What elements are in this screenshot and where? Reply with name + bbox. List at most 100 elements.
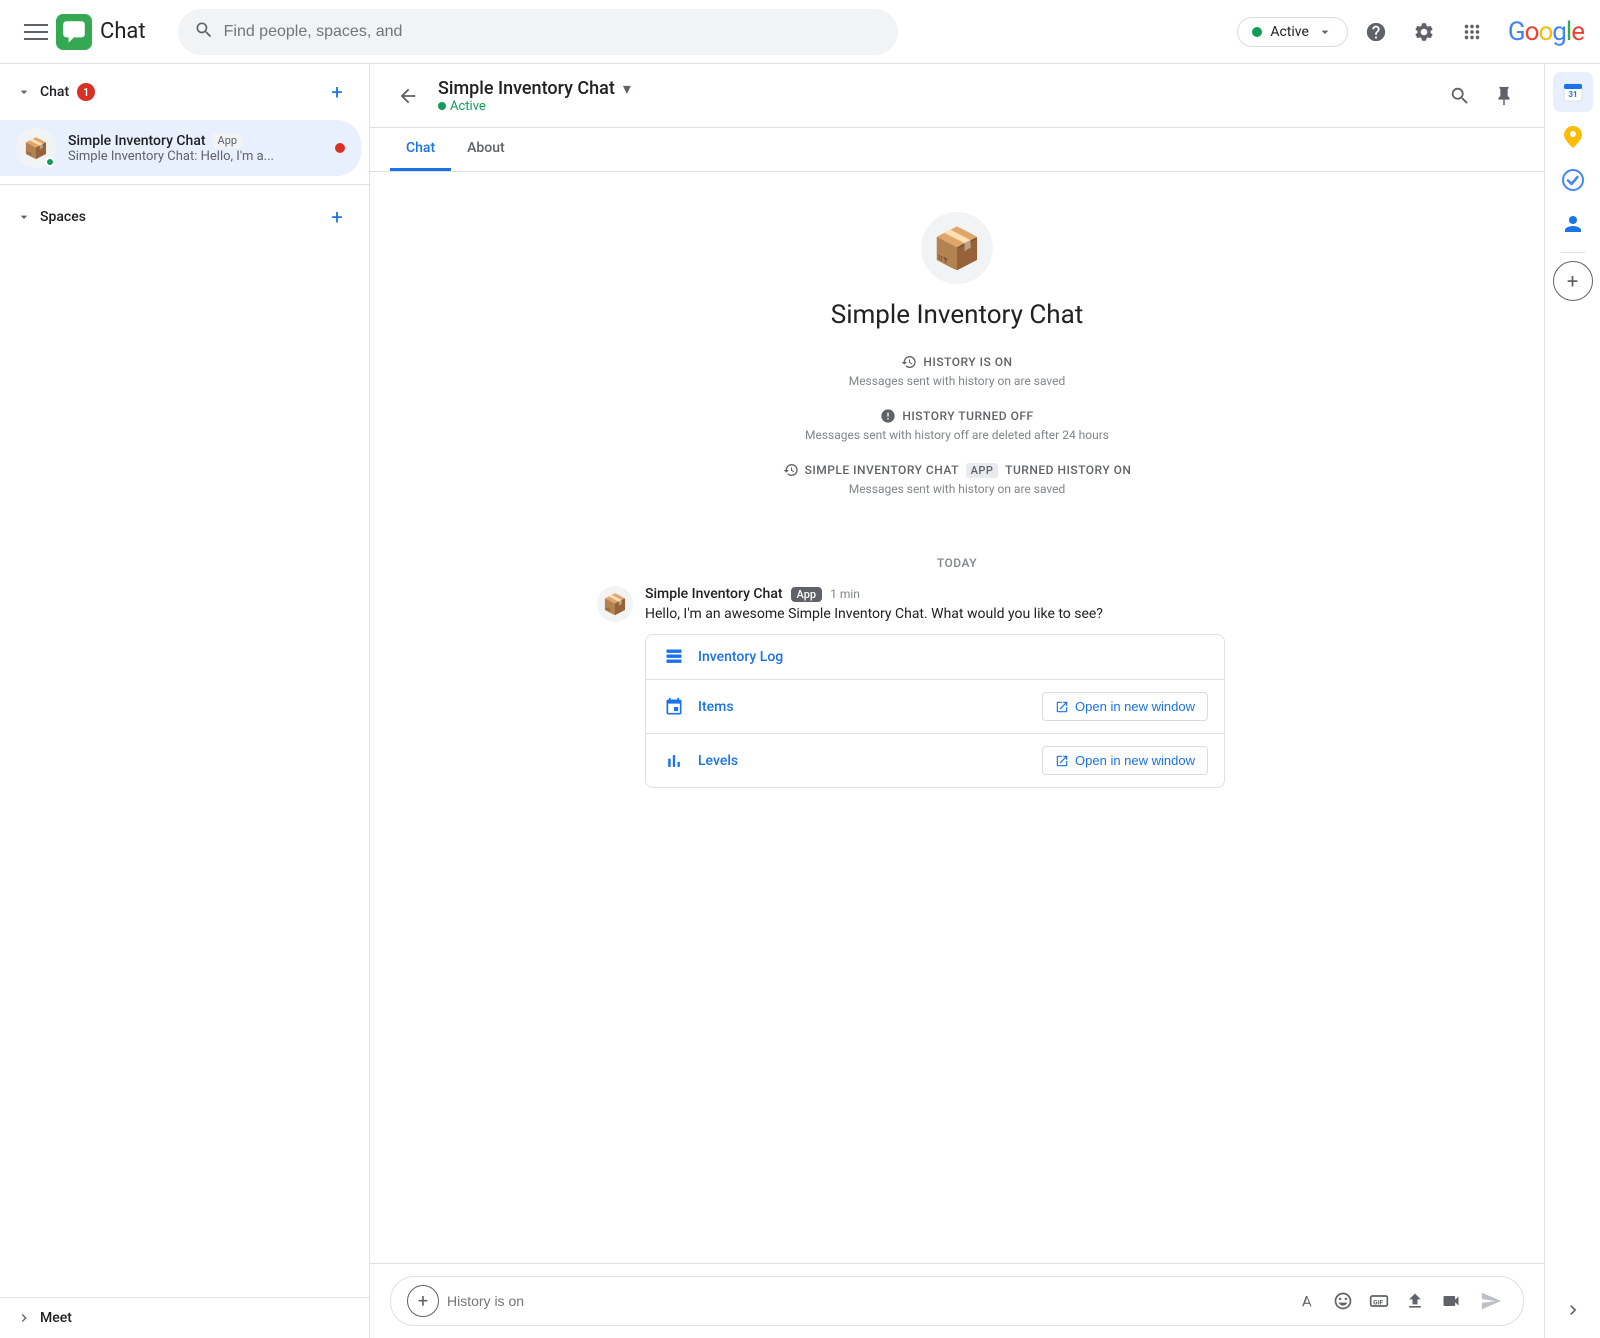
history-icon — [901, 354, 917, 370]
unread-dot — [335, 143, 345, 153]
settings-button[interactable] — [1404, 12, 1444, 52]
history-turned-on-label: SIMPLE INVENTORY CHAT APP TURNED HISTORY… — [805, 463, 1132, 477]
history-off-icon — [880, 408, 896, 424]
history-on-sub: Messages sent with history on are saved — [849, 374, 1066, 388]
active-dot-icon — [1252, 27, 1262, 37]
format-text-button[interactable] — [1291, 1285, 1323, 1317]
card-item-levels: Levels Open in new window — [646, 734, 1224, 787]
levels-icon — [662, 751, 686, 771]
google-logo: Google — [1508, 17, 1584, 47]
levels-open-button[interactable]: Open in new window — [1042, 746, 1208, 775]
spaces-section: Spaces + — [0, 184, 369, 245]
tasks-icon — [1561, 168, 1585, 192]
chat-title: Simple Inventory Chat — [438, 78, 615, 99]
tab-chat[interactable]: Chat — [390, 128, 451, 171]
keep-button[interactable] — [1553, 116, 1593, 156]
chat-main: Simple Inventory Chat ▾ Active Chat — [370, 64, 1544, 1338]
message-input[interactable] — [447, 1293, 1283, 1309]
chat-input-area: + GIF — [370, 1263, 1544, 1338]
history-turned-on-notice: SIMPLE INVENTORY CHAT APP TURNED HISTORY… — [783, 462, 1132, 504]
meet-title[interactable]: Meet — [16, 1310, 353, 1326]
message-sender: Simple Inventory Chat — [645, 586, 783, 602]
menu-button[interactable] — [16, 12, 56, 52]
active-status-button[interactable]: Active — [1237, 17, 1348, 47]
spaces-section-header[interactable]: Spaces + — [0, 189, 369, 245]
contacts-icon — [1561, 212, 1585, 236]
video-button[interactable] — [1435, 1285, 1467, 1317]
chevron-right-icon — [1563, 1300, 1583, 1320]
add-addon-button[interactable]: + — [1553, 261, 1593, 301]
bot-name: Simple Inventory Chat — [831, 300, 1083, 330]
chat-header-actions — [1440, 76, 1524, 116]
history-on-notice: HISTORY IS ON Messages sent with history… — [849, 354, 1066, 396]
app-logo: Chat — [56, 14, 146, 50]
levels-label: Levels — [698, 753, 1030, 769]
chat-item-content: Simple Inventory Chat App Simple Invento… — [68, 133, 323, 164]
spaces-section-title: Spaces — [16, 209, 86, 225]
input-actions: GIF — [1291, 1285, 1467, 1317]
chat-logo-icon — [56, 14, 92, 50]
app-title: Chat — [100, 19, 146, 44]
bot-avatar: 📦 — [921, 212, 993, 284]
message-app-badge: App — [791, 587, 823, 602]
message-text: Hello, I'm an awesome Simple Inventory C… — [645, 606, 1317, 622]
pin-button[interactable] — [1484, 76, 1524, 116]
tasks-button[interactable] — [1553, 160, 1593, 200]
chat-badge: 1 — [77, 83, 95, 101]
history-off-sub: Messages sent with history off are delet… — [805, 428, 1109, 442]
right-sidebar: 31 + — [1544, 64, 1600, 1338]
inventory-log-icon — [662, 647, 686, 667]
gif-button[interactable]: GIF — [1363, 1285, 1395, 1317]
open-in-new-icon2 — [1055, 754, 1069, 768]
active-label: Active — [1270, 24, 1309, 40]
meet-section: Meet — [0, 1297, 369, 1338]
message-row: 📦 Simple Inventory Chat App 1 min Hello,… — [597, 586, 1317, 788]
status-dot-icon — [438, 102, 446, 110]
tab-about[interactable]: About — [451, 128, 521, 171]
items-open-button[interactable]: Open in new window — [1042, 692, 1208, 721]
calendar-button[interactable]: 31 — [1553, 72, 1593, 112]
history-icon2 — [783, 462, 799, 478]
chat-section-header[interactable]: Chat 1 + — [0, 64, 369, 120]
bot-header: 📦 Simple Inventory Chat HISTORY IS ON Me… — [783, 192, 1132, 516]
open-in-new-icon — [1055, 700, 1069, 714]
search-icon — [194, 20, 214, 44]
history-off-label: HISTORY TURNED OFF — [902, 409, 1033, 423]
top-nav: Chat Active Google — [0, 0, 1600, 64]
card-item-inventory-log[interactable]: Inventory Log — [646, 635, 1224, 680]
contacts-button[interactable] — [1553, 204, 1593, 244]
chat-title-dropdown[interactable]: ▾ — [623, 79, 631, 98]
chevron-down-icon — [16, 84, 32, 100]
chat-list-item[interactable]: 📦 Simple Inventory Chat App Simple Inven… — [0, 120, 361, 176]
items-label: Items — [698, 699, 1030, 715]
chevron-down-icon — [1317, 24, 1333, 40]
items-icon — [662, 697, 686, 717]
expand-button[interactable] — [1553, 1290, 1593, 1330]
upload-button[interactable] — [1399, 1285, 1431, 1317]
new-space-button[interactable]: + — [321, 201, 353, 233]
search-chat-button[interactable] — [1440, 76, 1480, 116]
emoji-button[interactable] — [1327, 1285, 1359, 1317]
tabs: Chat About — [370, 128, 1544, 172]
back-button[interactable] — [390, 78, 426, 114]
new-chat-button[interactable]: + — [321, 76, 353, 108]
calendar-icon: 31 — [1561, 80, 1585, 104]
left-sidebar: Chat 1 + 📦 Simple Inventory Chat App Sim… — [0, 64, 370, 1338]
history-on-label: HISTORY IS ON — [923, 355, 1012, 369]
chat-status: Active — [450, 99, 486, 114]
app-badge: App — [212, 133, 244, 148]
add-attachment-button[interactable]: + — [407, 1285, 439, 1317]
help-button[interactable] — [1356, 12, 1396, 52]
bot-avatar-icon: 📦 — [24, 136, 49, 160]
chat-item-preview: Simple Inventory Chat: Hello, I'm a... — [68, 149, 323, 164]
send-button[interactable] — [1475, 1285, 1507, 1317]
message-avatar: 📦 — [597, 586, 633, 622]
search-input[interactable] — [224, 23, 882, 41]
chat-item-name: Simple Inventory Chat — [68, 133, 206, 149]
chevron-down-icon — [16, 209, 32, 225]
chat-header-info: Simple Inventory Chat ▾ Active — [438, 78, 1428, 114]
history-off-notice: HISTORY TURNED OFF Messages sent with hi… — [805, 408, 1109, 450]
svg-text:31: 31 — [1568, 90, 1577, 99]
apps-button[interactable] — [1452, 12, 1492, 52]
today-label: TODAY — [937, 556, 977, 570]
